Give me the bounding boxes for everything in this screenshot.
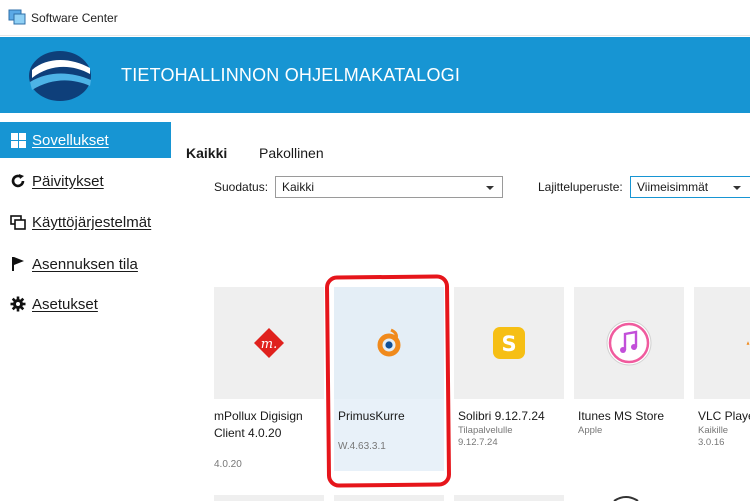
sidebar-item-settings[interactable]: Asetukset (0, 286, 172, 322)
app-version: 9.12.7.24 (458, 437, 498, 448)
app-name: PrimusKurre (338, 409, 405, 423)
app-tile-mpollux[interactable]: m. mPollux Digisign Client 4.0.20 4.0.20 (214, 287, 324, 471)
sidebar-item-operating-systems[interactable]: Käyttöjärjestelmät (0, 204, 172, 240)
tab-required[interactable]: Pakollinen (259, 145, 324, 161)
app-tile-vlc[interactable]: VLC Playe Kaikille 3.0.16 (694, 287, 750, 471)
catalog-title: TIETOHALLINNON OHJELMAKATALOGI (121, 65, 461, 85)
gear-icon (10, 296, 26, 312)
app-publisher: Apple (578, 425, 603, 436)
app-tile-primuskurre[interactable]: PrimusKurre W.4.63.3.1 (334, 287, 444, 471)
sidebar-item-label: Käyttöjärjestelmät (32, 213, 152, 231)
organization-logo-icon (29, 51, 91, 101)
filter-label: Suodatus: (214, 180, 269, 194)
sort-selected-value: Viimeisimmät (637, 180, 709, 194)
solibri-icon: S (493, 327, 525, 359)
app-publisher: Kaikille (698, 425, 729, 436)
app-thumbnail: m. (214, 287, 324, 399)
filter-dropdown[interactable]: Kaikki (275, 176, 503, 198)
software-center-app-icon (8, 9, 26, 25)
window-title: Software Center (31, 11, 118, 25)
sort-dropdown[interactable]: Viimeisimmät (630, 176, 750, 198)
sidebar-item-installation-status[interactable]: Asennuksen tila (0, 246, 172, 282)
flag-icon (10, 256, 26, 272)
app-thumbnail: S (454, 287, 564, 399)
app-tile-itunes[interactable]: Itunes MS Store Apple (574, 287, 684, 471)
svg-text:S: S (501, 332, 516, 356)
app-thumbnail (694, 287, 750, 399)
app-version: 3.0.16 (698, 437, 725, 448)
filter-bar: Suodatus: Kaikki Lajitteluperuste: Viime… (0, 176, 750, 198)
tab-all[interactable]: Kaikki (186, 145, 227, 161)
grid-icon (10, 132, 26, 148)
app-name: Solibri 9.12.7.24 (458, 409, 545, 423)
sidebar-item-label: Asennuksen tila (32, 255, 138, 273)
sidebar: Sovellukset Päivitykset Käyttöjärjestelm… (0, 113, 172, 501)
windows-os-icon (10, 214, 26, 230)
app-name: VLC Playe (698, 409, 750, 423)
primuskurre-icon (377, 328, 401, 357)
sort-label: Lajitteluperuste: (538, 180, 623, 194)
sidebar-item-label: Sovellukset (32, 131, 109, 149)
app-version: 4.0.20 (214, 459, 242, 470)
next-row-thumbnails (214, 495, 639, 501)
chevron-down-icon (486, 186, 494, 190)
mpollux-icon: m. (254, 328, 284, 358)
itunes-icon (606, 320, 652, 366)
vlc-icon (746, 341, 750, 345)
app-version: W.4.63.3.1 (338, 441, 386, 452)
svg-text:m.: m. (261, 337, 277, 352)
app-tile-solibri[interactable]: S Solibri 9.12.7.24 Tilapalvelulle 9.12.… (454, 287, 564, 471)
app-thumbnail (334, 287, 444, 399)
app-thumbnail (574, 287, 684, 399)
app-publisher: Tilapalvelulle (458, 425, 513, 436)
app-name: mPollux Digisign Client 4.0.20 (214, 409, 303, 440)
header-banner: TIETOHALLINNON OHJELMAKATALOGI (0, 37, 750, 113)
sidebar-item-applications[interactable]: Sovellukset (0, 122, 171, 158)
filter-selected-value: Kaikki (282, 180, 315, 194)
chevron-down-icon (733, 186, 741, 190)
sidebar-item-label: Asetukset (32, 295, 98, 313)
app-name: Itunes MS Store (578, 409, 665, 423)
title-bar: Software Center (0, 0, 750, 36)
